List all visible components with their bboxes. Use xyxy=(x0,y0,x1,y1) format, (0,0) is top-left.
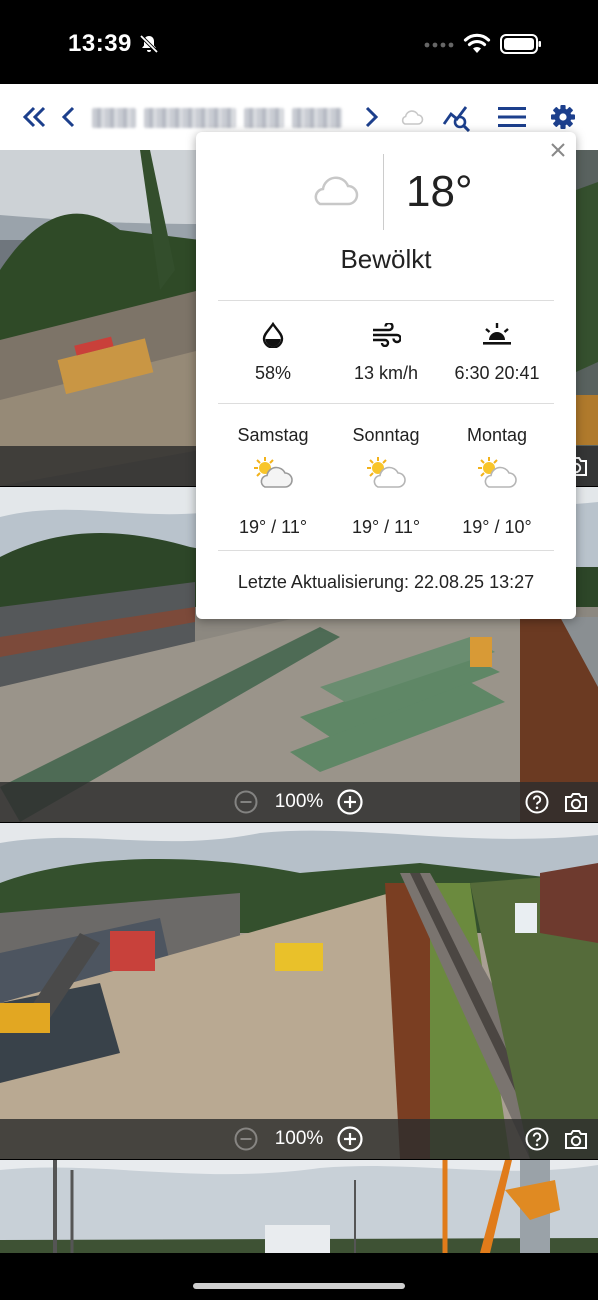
last-update: Letzte Aktualisierung: 22.08.25 13:27 xyxy=(237,572,535,592)
divider xyxy=(218,300,554,301)
close-icon[interactable] xyxy=(548,140,568,160)
next-camera-button[interactable] xyxy=(355,101,387,133)
camera-name-redacted: ░░░ ░░░░░░ ░░░░░░░ xyxy=(92,108,344,130)
status-time: 13:39 xyxy=(68,30,132,57)
forecast-day-name: Montag xyxy=(466,425,528,445)
camera-feed-3[interactable]: 100% xyxy=(0,823,598,1159)
forecast-day: Samstag 19° / 11° xyxy=(213,425,333,538)
menu-button[interactable] xyxy=(496,101,528,133)
humidity-value: 58% xyxy=(254,363,292,383)
first-camera-button[interactable] xyxy=(18,101,50,133)
weather-button[interactable] xyxy=(395,101,427,133)
settings-button[interactable] xyxy=(547,101,579,133)
forecast-day-name: Sonntag xyxy=(352,425,420,445)
wifi-icon xyxy=(463,33,491,53)
previous-camera-button[interactable] xyxy=(53,101,85,133)
feed-control-bar-2: 100% xyxy=(0,782,598,822)
chevron-left-icon xyxy=(61,106,75,128)
wind-icon xyxy=(373,323,401,347)
camera-image-3 xyxy=(0,823,598,1159)
humidity-drop-icon xyxy=(262,322,284,348)
weather-popup: 18° Bewölkt 58% 13 km/h 6:30 20:41 Samst… xyxy=(196,132,576,619)
wind-value: 13 km/h xyxy=(353,363,419,383)
feed-control-bar-3: 100% xyxy=(0,1119,598,1159)
humidity-stat: 58% xyxy=(213,320,333,384)
forecast-temps: 19° / 11° xyxy=(351,517,421,537)
help-icon[interactable] xyxy=(525,1127,549,1151)
sun-stat: 6:30 20:41 xyxy=(437,320,557,384)
partly-cloudy-icon xyxy=(367,457,406,488)
forecast-day: Montag 19° / 10° xyxy=(437,425,557,538)
cloud-icon xyxy=(314,176,359,206)
cloud-icon xyxy=(401,110,424,125)
zoom-level: 100% xyxy=(274,791,324,812)
chevron-right-icon xyxy=(365,106,379,128)
sunrise-sunset-icon xyxy=(483,323,511,345)
timelapse-search-button[interactable] xyxy=(441,101,473,133)
wind-stat: 13 km/h xyxy=(326,320,446,384)
battery-icon xyxy=(500,34,541,54)
snapshot-camera-icon[interactable] xyxy=(563,790,589,814)
partly-cloudy-icon xyxy=(478,457,517,488)
status-bar: 13:39 xyxy=(0,0,598,84)
zoom-in-icon[interactable] xyxy=(337,789,363,815)
zoom-level: 100% xyxy=(274,1128,324,1149)
chart-search-icon xyxy=(442,106,471,132)
sunrise-sunset-value: 6:30 20:41 xyxy=(454,363,540,383)
camera-feed-4[interactable] xyxy=(0,1160,598,1253)
divider xyxy=(218,403,554,404)
home-area xyxy=(0,1253,598,1300)
cellular-signal-icon xyxy=(424,42,454,48)
home-indicator[interactable] xyxy=(193,1283,405,1289)
camera-image-4 xyxy=(0,1160,598,1253)
forecast-temps: 19° / 11° xyxy=(238,517,308,537)
snapshot-camera-icon[interactable] xyxy=(563,1127,589,1151)
weather-condition: Bewölkt xyxy=(340,244,432,274)
hamburger-menu-icon xyxy=(498,107,526,127)
gear-icon xyxy=(551,105,575,129)
double-chevron-left-icon xyxy=(22,106,46,128)
forecast-temps: 19° / 10° xyxy=(462,517,532,537)
divider xyxy=(218,550,554,551)
forecast-day: Sonntag 19° / 11° xyxy=(326,425,446,538)
partly-cloudy-icon xyxy=(254,457,293,488)
zoom-out-icon[interactable] xyxy=(234,790,258,814)
bell-off-icon xyxy=(139,34,159,54)
forecast-day-name: Samstag xyxy=(237,425,309,445)
help-icon[interactable] xyxy=(525,790,549,814)
zoom-out-icon[interactable] xyxy=(234,1127,258,1151)
temperature-divider xyxy=(383,154,384,230)
zoom-in-icon[interactable] xyxy=(337,1126,363,1152)
current-temperature: 18° xyxy=(406,167,473,216)
